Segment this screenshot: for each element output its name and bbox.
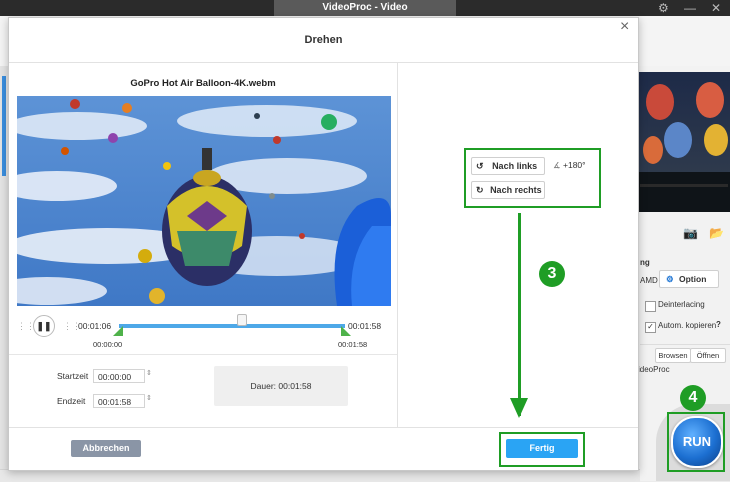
hw-accel-label: ng (640, 258, 650, 267)
deinterlace-label: Deinterlacing (658, 300, 705, 309)
minimize-icon[interactable]: — (684, 1, 696, 15)
panel-divider (640, 344, 730, 345)
trim-timeline[interactable] (119, 324, 345, 328)
step4-badge: 4 (680, 385, 706, 411)
duration-label: Dauer: (250, 381, 277, 391)
open-button[interactable]: Öffnen (690, 348, 726, 363)
end-time-stepper-icon[interactable]: ⇕ (146, 394, 152, 402)
autocopy-label: Autom. kopieren (658, 321, 717, 330)
trim-end-label: 00:01:58 (338, 340, 368, 349)
duration-box: Dauer: 00:01:58 (214, 366, 348, 406)
close-window-icon[interactable]: ✕ (711, 1, 721, 15)
annotation-arrow-shaft (518, 213, 521, 416)
step3-badge: 3 (539, 261, 565, 287)
option-button[interactable]: ⚙ Option (659, 270, 719, 288)
end-time: 00:01:58 (348, 321, 382, 331)
left-accent-bar (2, 76, 6, 176)
footer-divider (9, 427, 638, 428)
file-name: GoPro Hot Air Balloon-4K.webm (130, 78, 276, 89)
controls-divider (9, 354, 397, 355)
current-time: 00:01:06 (78, 321, 112, 331)
annotation-arrow-head (510, 398, 528, 418)
help-icon[interactable]: ? (716, 320, 721, 329)
camera-icon[interactable]: 📷 (683, 226, 698, 240)
amd-label: AMD (640, 276, 658, 285)
angle-value: +180° (563, 160, 586, 170)
option-label: Option (679, 274, 707, 284)
output-folder-label: ideoProc (638, 365, 670, 374)
dialog-title: Drehen (304, 34, 343, 46)
browse-button[interactable]: Browsen (655, 348, 691, 363)
rotate-right-button[interactable]: ↻ Nach rechts (471, 181, 545, 199)
angle-display: ∡ +180° (553, 160, 586, 171)
playhead-handle[interactable] (237, 314, 247, 326)
step4-highlight-box (667, 412, 725, 472)
duration-value: 00:01:58 (278, 381, 312, 391)
rotate-left-label: Nach links (492, 161, 538, 171)
rotate-dialog: Drehen × GoPro Hot Air Balloon-4K.webm ⋮… (8, 17, 639, 471)
rotate-left-button[interactable]: ↺ Nach links (471, 157, 545, 175)
start-time-input[interactable]: 00:00:00 (93, 369, 145, 383)
start-time-stepper-icon[interactable]: ⇕ (146, 369, 152, 377)
deinterlace-checkbox[interactable] (645, 301, 656, 312)
preview-thumbnail (638, 72, 730, 212)
rotate-left-icon: ↺ (476, 161, 484, 171)
autocopy-checkbox[interactable]: ✓ (645, 322, 656, 333)
cancel-button[interactable]: Abbrechen (71, 440, 141, 457)
dialog-close-icon[interactable]: × (620, 18, 629, 36)
angle-icon: ∡ (553, 160, 561, 170)
pause-icon[interactable]: ❚❚ (33, 315, 55, 337)
trim-start-handle[interactable] (113, 326, 123, 336)
video-preview (17, 96, 391, 306)
rotate-right-label: Nach rechts (490, 185, 542, 195)
end-time-input[interactable]: 00:01:58 (93, 394, 145, 408)
rotate-right-icon: ↻ (476, 185, 484, 195)
end-time-label: Endzeit (57, 396, 86, 406)
header-divider (9, 62, 638, 63)
folder-icon[interactable]: 📂 (709, 226, 724, 240)
vertical-divider (397, 63, 398, 428)
left-panel-edge (0, 66, 8, 481)
app-title: VideoProc - Video (274, 0, 456, 16)
trim-start-label: 00:00:00 (93, 340, 123, 349)
start-time-label: Startzeit (57, 371, 89, 381)
done-button[interactable]: Fertig (506, 439, 578, 458)
settings-gear-icon[interactable]: ⚙ (658, 1, 669, 15)
gear-icon: ⚙ (666, 274, 674, 284)
